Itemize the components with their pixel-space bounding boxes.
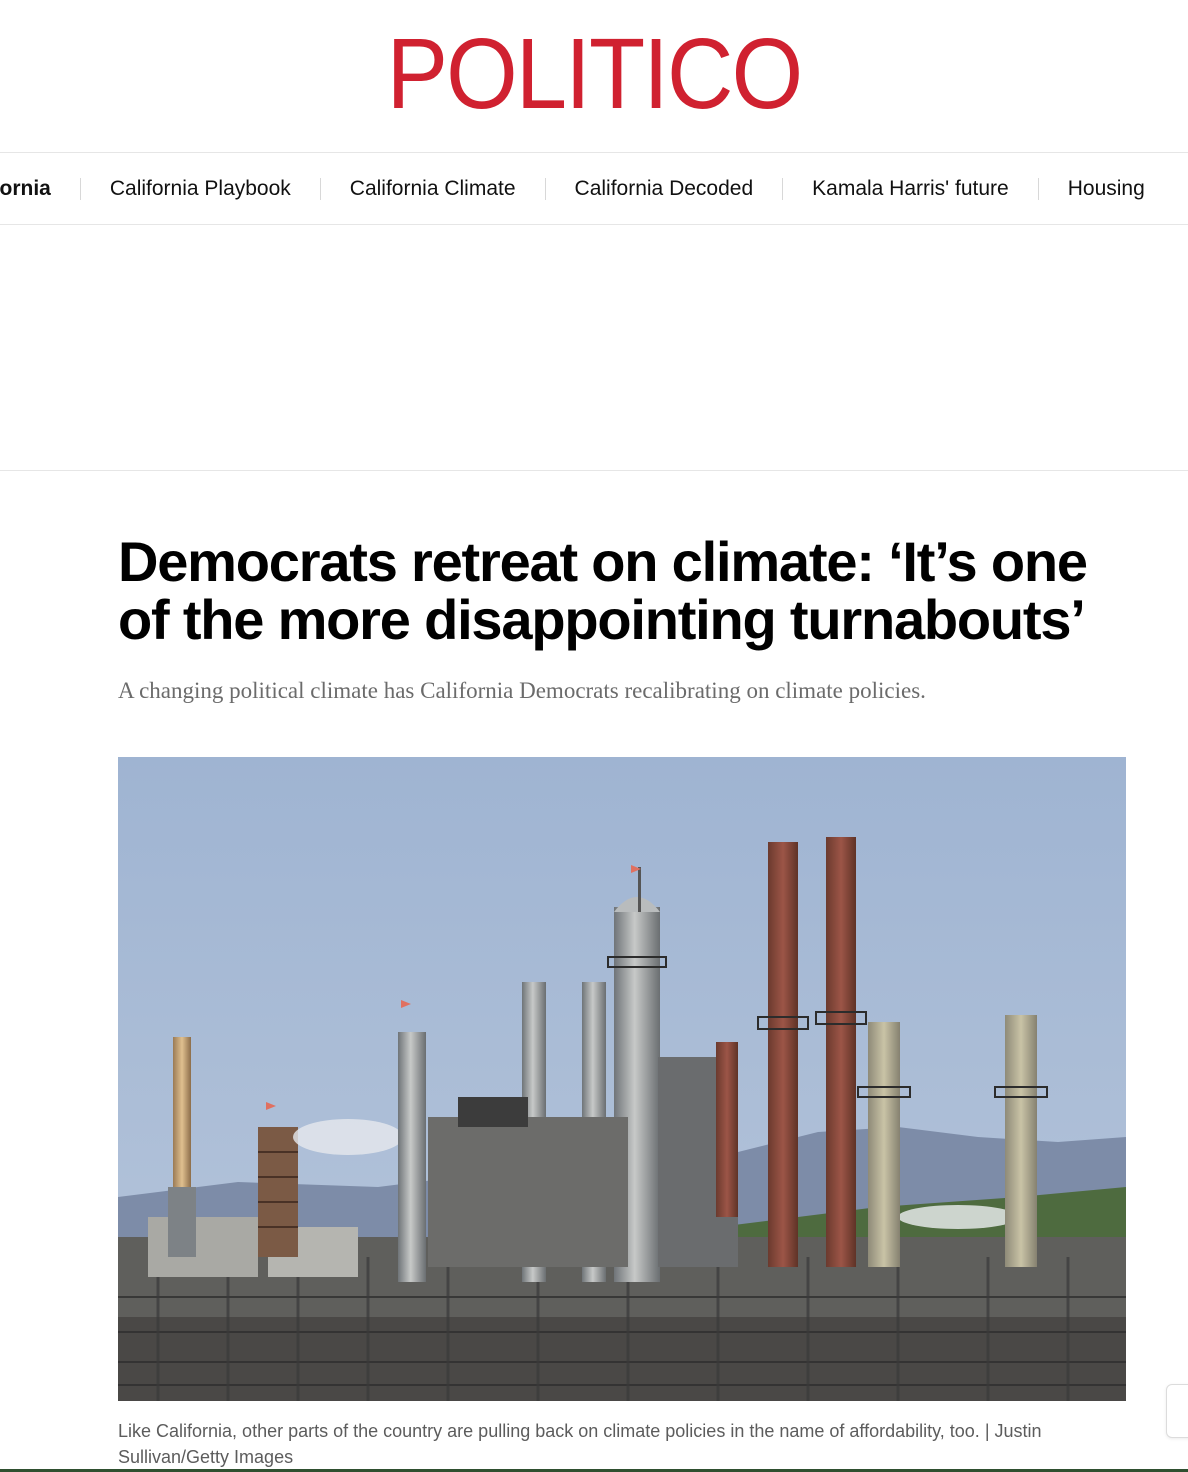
- article-headline: Democrats retreat on climate: ‘It’s one …: [118, 530, 1088, 651]
- politico-logo[interactable]: POLITICO: [48, 24, 1141, 124]
- nav-item-california-decoded[interactable]: California Decoded: [546, 177, 784, 200]
- lead-image[interactable]: [118, 757, 1126, 1401]
- masthead: POLITICO: [0, 0, 1188, 153]
- nav-item-california-playbook[interactable]: California Playbook: [81, 177, 321, 200]
- section-nav: California California Playbook Californi…: [0, 153, 1188, 225]
- nav-item-california[interactable]: California: [0, 177, 81, 200]
- ad-slot: [0, 225, 1188, 471]
- nav-item-california-climate[interactable]: California Climate: [321, 177, 546, 200]
- article-dek: A changing political climate has Califor…: [118, 678, 926, 703]
- nav-item-housing[interactable]: Housing: [1039, 177, 1174, 200]
- image-caption: Like California, other parts of the coun…: [118, 1421, 1042, 1467]
- floating-feedback-widget[interactable]: [1166, 1384, 1188, 1438]
- refinery-photo: [118, 757, 1126, 1401]
- nav-item-kamala-harris-future[interactable]: Kamala Harris' future: [783, 177, 1039, 200]
- caption-text: Like California, other parts of the coun…: [118, 1421, 980, 1441]
- section-nav-track: California California Playbook Californi…: [0, 153, 1174, 224]
- page: POLITICO California California Playbook …: [0, 0, 1188, 1472]
